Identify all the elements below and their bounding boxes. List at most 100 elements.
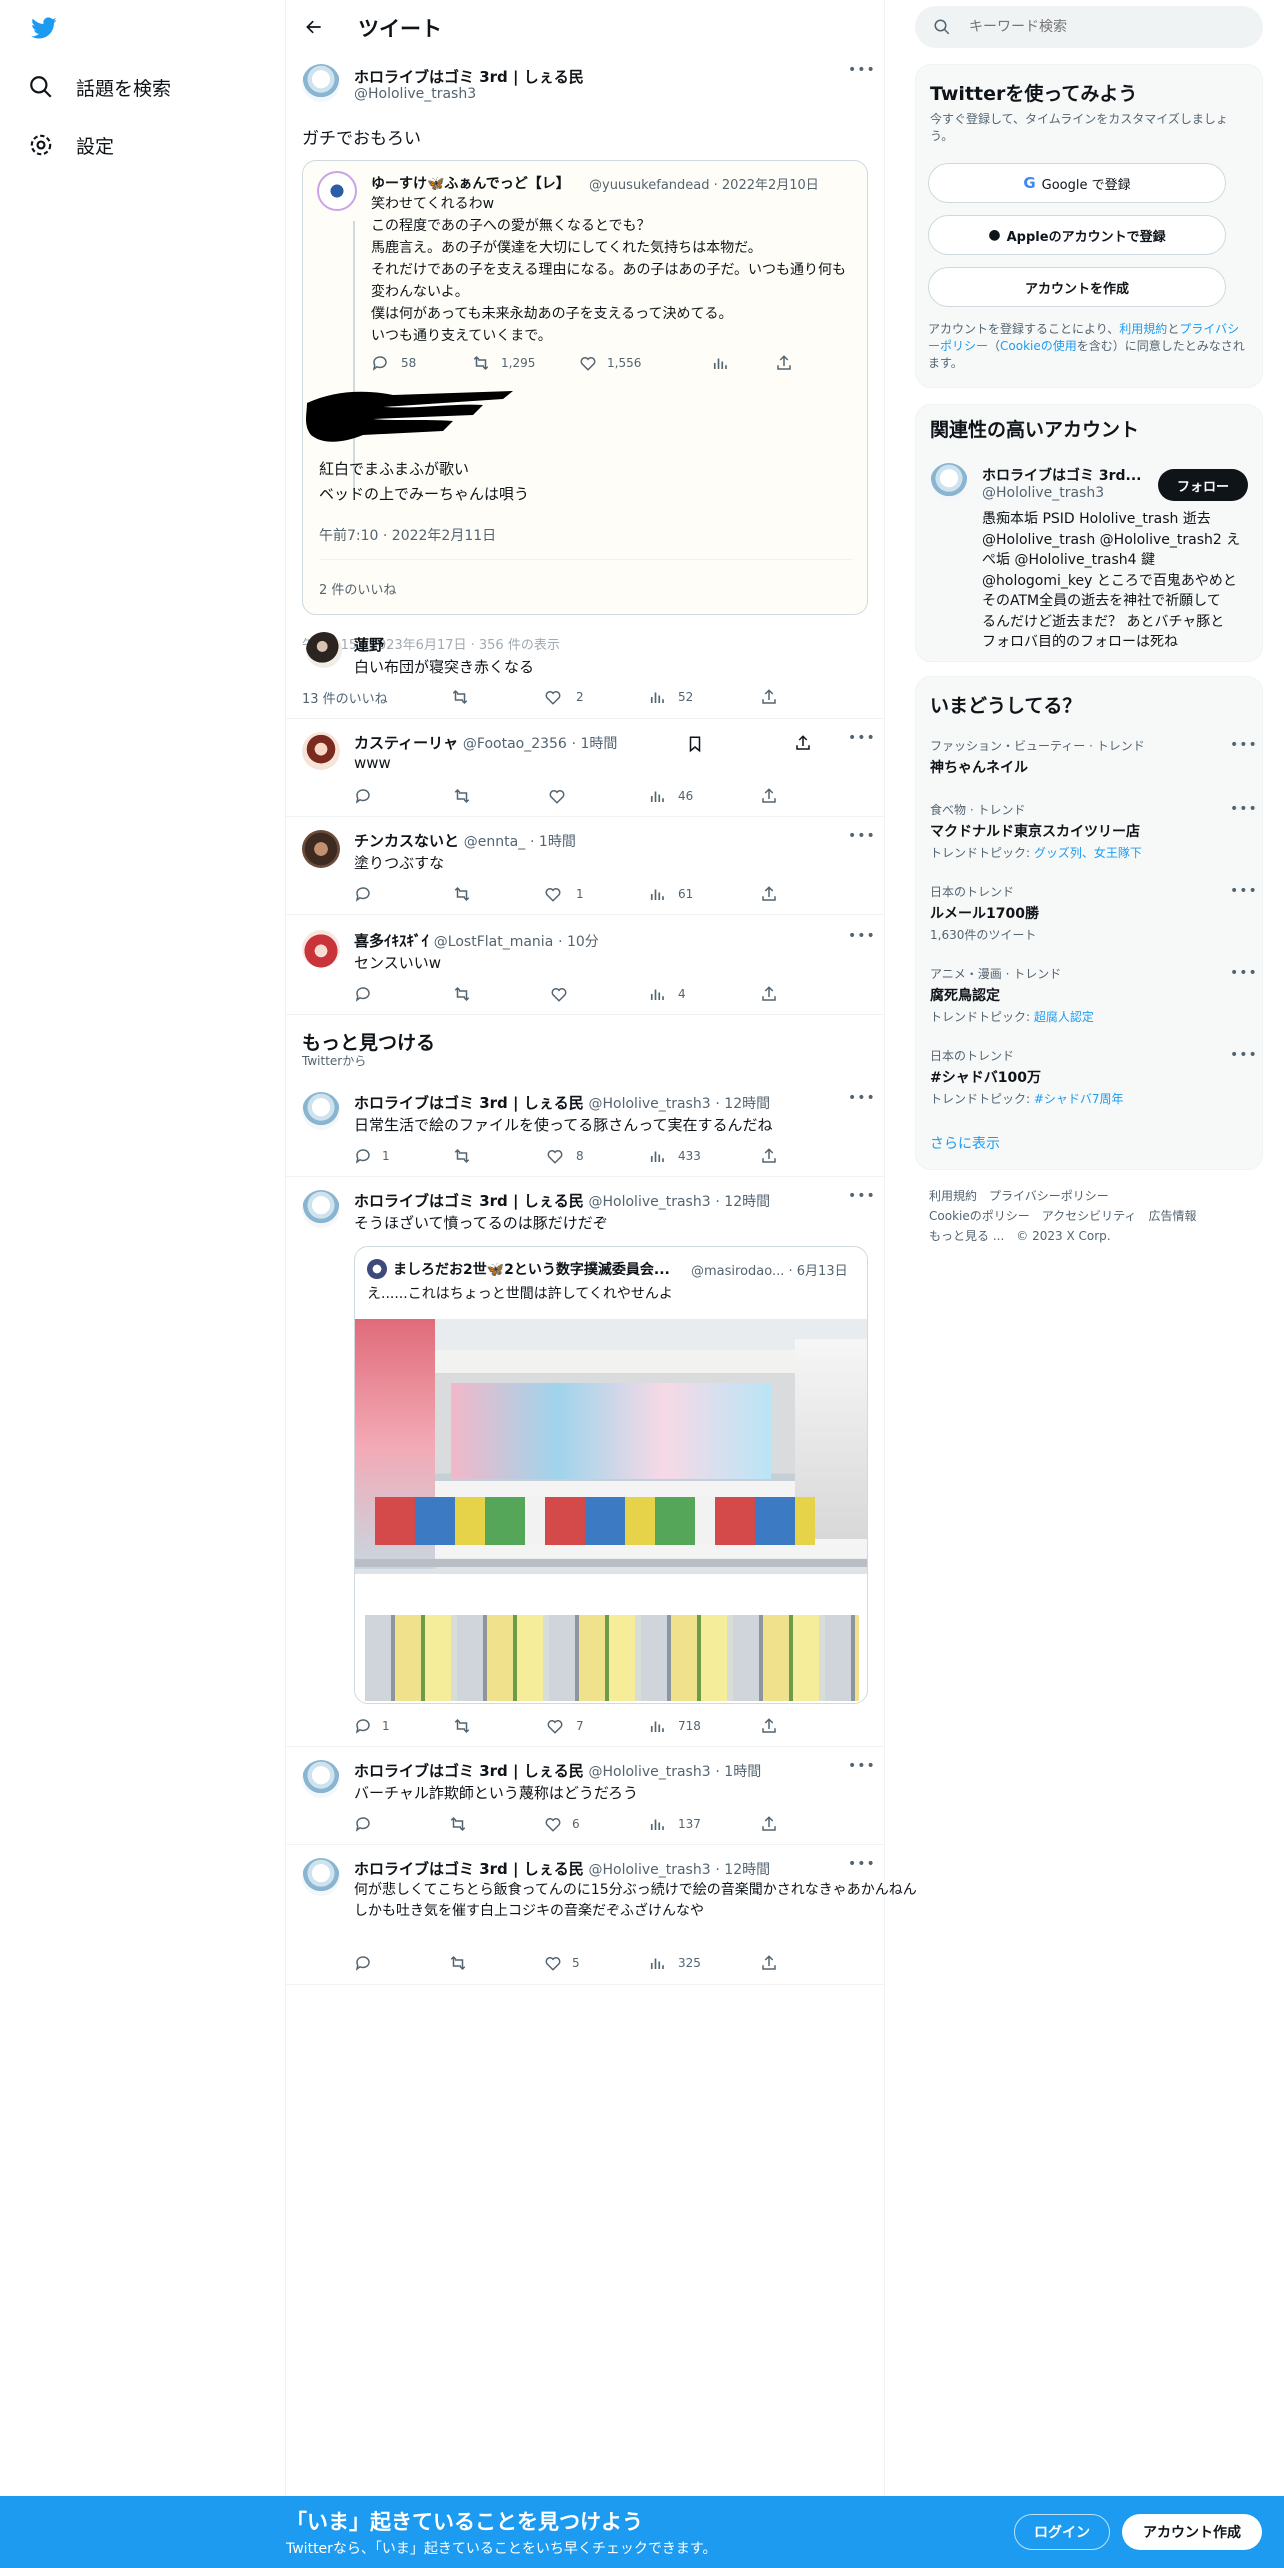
avatar[interactable] [930, 463, 968, 501]
twitter-logo-icon[interactable] [28, 14, 60, 42]
avatar[interactable] [306, 632, 342, 668]
related-handle[interactable]: @Hololive_trash3 [982, 485, 1104, 501]
bookmark-icon[interactable] [686, 734, 704, 754]
more-options-icon[interactable]: ••• [1230, 965, 1258, 981]
retweet-icon[interactable] [452, 1147, 472, 1165]
more-options-icon[interactable]: ••• [1230, 883, 1258, 899]
more-options-icon[interactable]: ••• [1230, 737, 1258, 753]
like-summary[interactable]: 13 件のいいね [302, 688, 388, 707]
retweet-icon[interactable] [452, 787, 472, 805]
retweet-icon[interactable] [471, 354, 491, 372]
apple-signup-button[interactable]: ● Appleのアカウントで登録 [928, 215, 1226, 255]
reply-author-name[interactable]: 蓮野 [354, 634, 384, 655]
reply-icon[interactable] [354, 1954, 372, 1972]
more-options-icon[interactable]: ••• [848, 1758, 876, 1774]
like-icon[interactable] [544, 1815, 562, 1833]
related-name[interactable]: ホロライブはゴミ 3rd... [982, 465, 1142, 485]
share-icon[interactable] [760, 1717, 778, 1735]
nav-item-settings[interactable]: 設定 [28, 128, 228, 162]
avatar[interactable] [302, 830, 340, 868]
more-options-icon[interactable]: ••• [848, 62, 876, 78]
share-icon[interactable] [760, 787, 778, 805]
views-icon[interactable] [648, 787, 666, 805]
follow-button[interactable]: フォロー [1158, 469, 1248, 501]
trend-item[interactable]: 食べ物 · トレンド マクドナルド東京スカイツリー店 トレンドトピック: グッズ… [930, 801, 1257, 871]
avatar[interactable] [302, 930, 340, 968]
quoted-tweet[interactable]: ましろだお2世🦋2という数字撲滅委員会... @masirodao... · 6… [354, 1246, 868, 1704]
more-options-icon[interactable]: ••• [848, 828, 876, 844]
store-shelf-photo[interactable] [355, 1319, 867, 1703]
trend-item[interactable]: ファッション・ビューティー · トレンド 神ちゃんネイル ••• [930, 737, 1257, 807]
show-more-link[interactable]: さらに表示 [930, 1133, 1000, 1153]
reply-icon[interactable] [371, 354, 389, 372]
trend-item[interactable]: アニメ・漫画 · トレンド 腐死鳥認定 トレンドトピック: 超腐人認定 ••• [930, 965, 1257, 1035]
avatar[interactable] [302, 1760, 340, 1798]
retweet-icon[interactable] [452, 885, 472, 903]
share-icon[interactable] [775, 354, 793, 372]
reply-header[interactable]: カスティーリャ @Footao_2356 · 1時間 [354, 732, 617, 753]
retweet-icon[interactable] [452, 985, 472, 1003]
like-icon[interactable] [548, 787, 566, 805]
like-icon[interactable] [546, 1147, 564, 1165]
tweet-header[interactable]: ホロライブはゴミ 3rd | しぇる民 @Hololive_trash3 · 1… [354, 1760, 761, 1781]
retweet-icon[interactable] [450, 688, 470, 706]
trend-item[interactable]: 日本のトレンド ルメール1700勝 1,630件のツイート ••• [930, 883, 1257, 953]
like-icon[interactable] [544, 688, 562, 706]
avatar[interactable] [302, 1092, 340, 1130]
views-icon[interactable] [648, 1815, 666, 1833]
reply-icon[interactable] [354, 985, 372, 1003]
create-account-button[interactable]: アカウントを作成 [928, 267, 1226, 307]
cookie-link[interactable]: Cookieの使用 [1000, 339, 1077, 353]
tweet-header[interactable]: ホロライブはゴミ 3rd | しぇる民 @Hololive_trash3 · 1… [354, 1190, 770, 1211]
like-icon[interactable] [550, 985, 568, 1003]
views-icon[interactable] [711, 354, 729, 372]
avatar[interactable] [302, 64, 340, 102]
share-icon[interactable] [760, 688, 778, 706]
share-icon[interactable] [760, 1147, 778, 1165]
views-icon[interactable] [648, 1954, 666, 1972]
reply-like-count[interactable]: 2 件のいいね [319, 579, 396, 598]
views-icon[interactable] [648, 885, 666, 903]
tweet-header[interactable]: ホロライブはゴミ 3rd | しぇる民 @Hololive_trash3 · 1… [354, 1092, 770, 1113]
footer-link[interactable]: アクセシビリティ [1042, 1209, 1137, 1223]
login-button[interactable]: ログイン [1014, 2514, 1110, 2550]
more-options-icon[interactable]: ••• [848, 1188, 876, 1204]
avatar[interactable] [302, 1190, 340, 1228]
google-signup-button[interactable]: G Google で登録 [928, 163, 1226, 203]
more-options-icon[interactable]: ••• [848, 730, 876, 746]
avatar[interactable] [302, 732, 340, 770]
reply-icon[interactable] [354, 885, 372, 903]
reply-header[interactable]: チンカスないと @ennta_ · 1時間 [354, 830, 576, 851]
reply-icon[interactable] [354, 1147, 372, 1165]
share-icon[interactable] [760, 885, 778, 903]
retweet-icon[interactable] [452, 1717, 472, 1735]
views-icon[interactable] [648, 688, 666, 706]
more-options-icon[interactable]: ••• [1230, 801, 1258, 817]
signup-button[interactable]: アカウント作成 [1122, 2514, 1262, 2550]
more-options-icon[interactable]: ••• [848, 1856, 876, 1872]
views-icon[interactable] [648, 985, 666, 1003]
reply-header[interactable]: 喜多ｲｷｽｷﾞｲ @LostFlat_mania · 10分 [354, 930, 599, 951]
quoted-tweet[interactable]: ゆーすけ🦋ふぁんでっど【レ】 @yuusukefandead · 2022年2月… [302, 160, 868, 615]
share-icon[interactable] [760, 1954, 778, 1972]
like-icon[interactable] [544, 885, 562, 903]
nav-item-search[interactable]: 話題を検索 [28, 70, 228, 104]
footer-link[interactable]: プライバシーポリシー [989, 1189, 1109, 1203]
footer-link[interactable]: 利用規約 [929, 1189, 977, 1203]
footer-link[interactable]: Cookieのポリシー [929, 1209, 1030, 1223]
author-handle[interactable]: @Hololive_trash3 [354, 86, 476, 102]
like-icon[interactable] [579, 354, 597, 372]
trend-item[interactable]: 日本のトレンド #シャドバ100万 トレンドトピック: #シャドバ7周年 ••• [930, 1047, 1257, 1117]
footer-link[interactable]: 広告情報 [1148, 1209, 1196, 1223]
retweet-icon[interactable] [448, 1815, 468, 1833]
search-box[interactable] [915, 6, 1263, 48]
more-options-icon[interactable]: ••• [1230, 1047, 1258, 1063]
views-icon[interactable] [648, 1147, 666, 1165]
more-options-icon[interactable]: ••• [848, 928, 876, 944]
share-icon[interactable] [794, 734, 812, 752]
footer-link[interactable]: もっと見る ... [929, 1229, 1004, 1243]
more-options-icon[interactable]: ••• [848, 1090, 876, 1106]
share-icon[interactable] [760, 1815, 778, 1833]
like-icon[interactable] [546, 1717, 564, 1735]
views-icon[interactable] [648, 1717, 666, 1735]
